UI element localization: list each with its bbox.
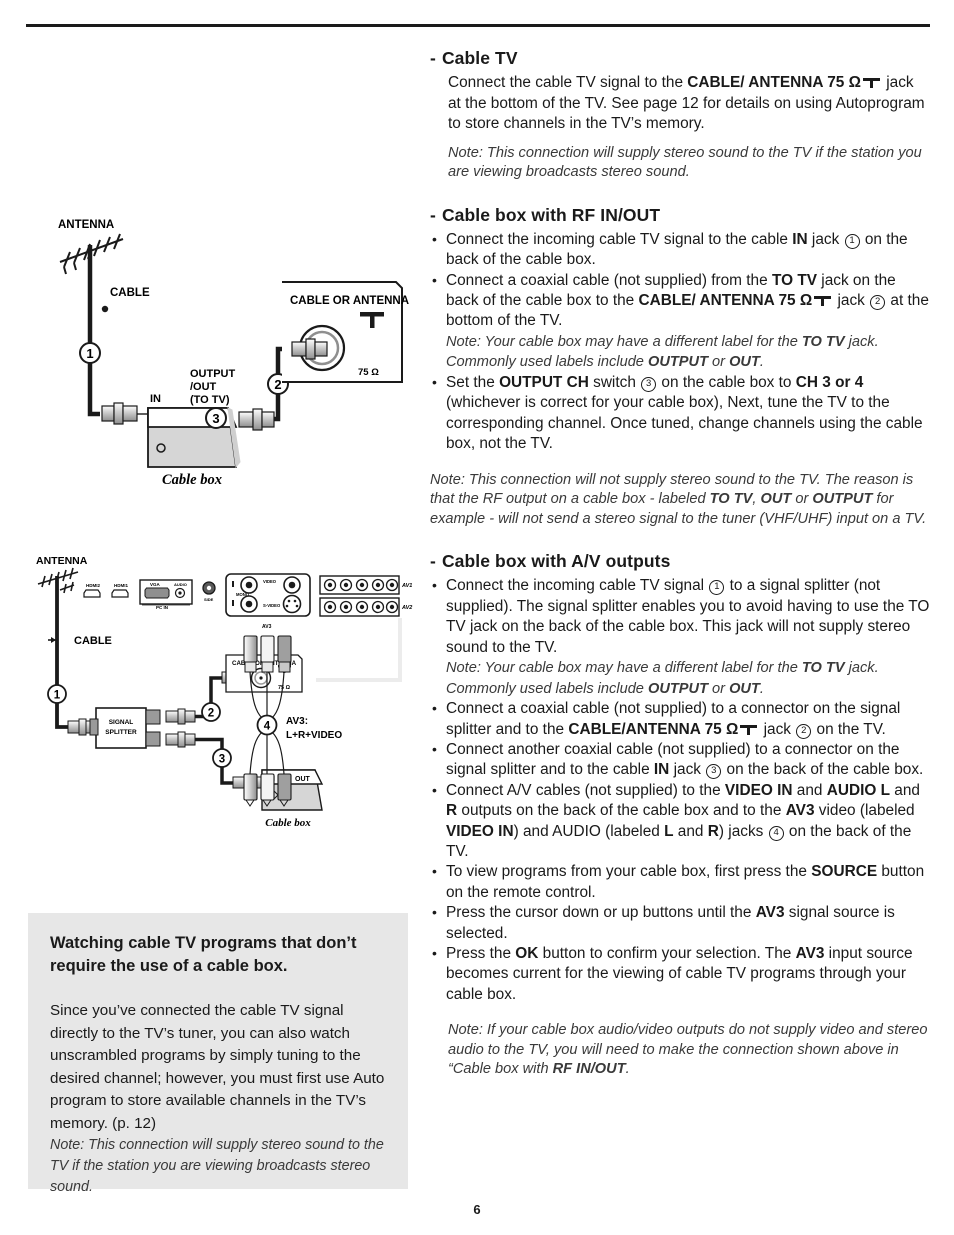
callout-number-2: 2 <box>870 294 886 310</box>
panel-audio-label: AUDIO <box>174 582 187 587</box>
page-number: 6 <box>473 1202 481 1217</box>
diagram-bottom-antenna-label: ANTENNA <box>36 555 88 567</box>
diagram-bottom-av3-sub: L+R+VIDEO <box>286 730 342 741</box>
heading-dash: - <box>430 204 436 225</box>
diagram-bottom-cablebox-label: Cable box <box>265 817 311 829</box>
panel-av2-label: AV2 <box>401 605 412 611</box>
rf-bullet-3: Set the OUTPUT CH switch 3 on the cable … <box>430 372 930 455</box>
section-cable-tv-paragraph: Connect the cable TV signal to the CABLE… <box>430 73 930 135</box>
panel-av1-label: AV1 <box>401 583 412 589</box>
diagram-bottom-callout-4: 4 <box>264 721 271 733</box>
rf-bullet-list: Connect the incoming cable TV signal to … <box>430 229 930 455</box>
connector-in <box>101 402 148 425</box>
svg-text:VIDEO: VIDEO <box>263 579 277 584</box>
antenna-jack-icon <box>740 724 758 735</box>
diagram-bottom-splitter-label-2: SPLITTER <box>105 729 137 736</box>
diagram-bottom-out-label: OUT <box>295 776 311 783</box>
callout-number-1: 1 <box>709 580 725 596</box>
diagram-top-callout-2: 2 <box>274 377 281 392</box>
antenna-jack-icon <box>814 295 832 306</box>
diagram-bottom-splitter-label-1: SIGNAL <box>109 719 134 726</box>
para-part-a: Connect the cable TV signal to the <box>448 74 688 91</box>
callout-number-3: 3 <box>641 376 657 392</box>
diagram-bottom-callout-1: 1 <box>54 690 61 702</box>
av-bullet-3: Connect another coaxial cable (not suppl… <box>430 739 930 781</box>
connector-to-tv <box>238 408 275 431</box>
diagram-cable-box-av: ANTENNA CABLE 1 SIGNAL SPLITTER 2 CABLE … <box>30 552 415 837</box>
panel-vga-label: VGA <box>150 582 161 587</box>
diagram-bottom-cable-label: CABLE <box>74 635 112 647</box>
para-bold-cable-antenna: CABLE/ ANTENNA 75 Ω <box>687 74 861 91</box>
callout-number-1: 1 <box>844 233 860 249</box>
section-cable-tv-heading: - Cable TV <box>430 48 930 69</box>
av-bullet-6: Press the cursor down or up buttons unti… <box>430 902 930 944</box>
sidebar-callout-heading: Watching cable TV programs that don’t re… <box>50 934 357 975</box>
callout-number-2: 2 <box>796 723 812 739</box>
av-bullet-list: Connect the incoming cable TV signal 1 t… <box>430 575 930 1005</box>
diagram-top-cablebox-label: Cable box <box>162 472 222 488</box>
diagram-top-totv-label: (TO TV) <box>190 394 230 406</box>
section-cable-tv-note: Note: This connection will supply stereo… <box>448 144 922 181</box>
panel-hdmi1-label: HDMI1 <box>114 583 128 588</box>
av-closing-note: Note: If your cable box audio/video outp… <box>448 1022 928 1078</box>
diagram-top-cable-label: CABLE <box>110 287 150 299</box>
section-cable-box-av: -Cable box with A/V outputs Connect the … <box>430 551 930 1080</box>
panel-hdmi2-label: HDMI2 <box>86 583 100 588</box>
callout-number-3: 3 <box>706 764 722 780</box>
av-bullet-1: Connect the incoming cable TV signal 1 t… <box>430 575 930 658</box>
panel-pcin-label: PC IN <box>156 605 168 610</box>
av-bullet-5: To view programs from your cable box, fi… <box>430 861 930 903</box>
diagram-top-panel-label: CABLE OR ANTENNA <box>290 295 409 307</box>
av-bullet-7: Press the OK button to confirm your sele… <box>430 943 930 1005</box>
diagram-top-ohm-label: 75 Ω <box>358 367 379 378</box>
section-cable-box-rf: -Cable box with RF IN/OUT Connect the in… <box>430 205 930 530</box>
svg-text:S-VIDEO: S-VIDEO <box>263 603 281 608</box>
panel-av3-label: AV3 <box>262 624 272 630</box>
heading-dash: - <box>430 551 436 572</box>
callout-number-4: 4 <box>768 825 784 841</box>
header-rule <box>26 24 930 27</box>
document-page: ANTENNA CABLE 1 IN OUTPUT /OUT (TO TV) 3… <box>0 0 954 1235</box>
rf-inline-note: Note: Your cable box may have a differen… <box>446 333 879 371</box>
antenna-jack-icon <box>862 77 880 88</box>
section-cable-tv: - Cable TV Connect the cable TV signal to… <box>430 48 930 183</box>
rf-closing-note: Note: This connection will not supply st… <box>430 471 927 527</box>
diagram-top-callout-1: 1 <box>86 346 93 361</box>
heading-text: Cable box with RF IN/OUT <box>441 204 661 225</box>
diagram-top-out-label: /OUT <box>190 381 217 393</box>
sidebar-callout-box: Watching cable TV programs that don’t re… <box>28 913 408 1195</box>
main-content-column: - Cable TV Connect the cable TV signal to… <box>430 48 930 1080</box>
heading-text: Cable TV <box>441 48 518 68</box>
panel-side-label: SIDE <box>204 597 214 602</box>
diagram-bottom-callout-2: 2 <box>208 708 214 720</box>
av-inline-note: Note: Your cable box may have a differen… <box>446 659 879 697</box>
diagram-top-antenna-label: ANTENNA <box>58 219 114 231</box>
heading-text: Cable box with A/V outputs <box>441 551 671 572</box>
diagram-bottom-panel-ohm: 75 Ω <box>278 685 291 691</box>
rf-bullet-2: Connect a coaxial cable (not supplied) f… <box>430 269 930 332</box>
sidebar-callout-body: Since you’ve connected the cable TV sign… <box>50 1002 385 1132</box>
diagram-cable-box-rf: ANTENNA CABLE 1 IN OUTPUT /OUT (TO TV) 3… <box>30 212 415 497</box>
diagram-top-callout-3: 3 <box>212 411 219 426</box>
section-cable-box-av-heading: - Cable box with A/V outputs <box>430 551 930 572</box>
diagram-top-in-label: IN <box>150 393 161 405</box>
av-bullet-2: Connect a coaxial cable (not supplied) t… <box>430 698 930 740</box>
av-bullet-4: Connect A/V cables (not supplied) to the… <box>430 780 930 863</box>
diagram-top-output-label: OUTPUT <box>190 368 236 380</box>
diagram-bottom-callout-3: 3 <box>219 754 225 766</box>
heading-dash: - <box>430 48 436 68</box>
diagram-bottom-av3-title: AV3: <box>286 716 308 727</box>
section-cable-box-rf-heading: - Cable box with RF IN/OUT <box>430 205 930 226</box>
rf-bullet-1: Connect the incoming cable TV signal to … <box>430 229 930 271</box>
sidebar-callout-note: Note: This connection will supply stereo… <box>50 1137 384 1195</box>
